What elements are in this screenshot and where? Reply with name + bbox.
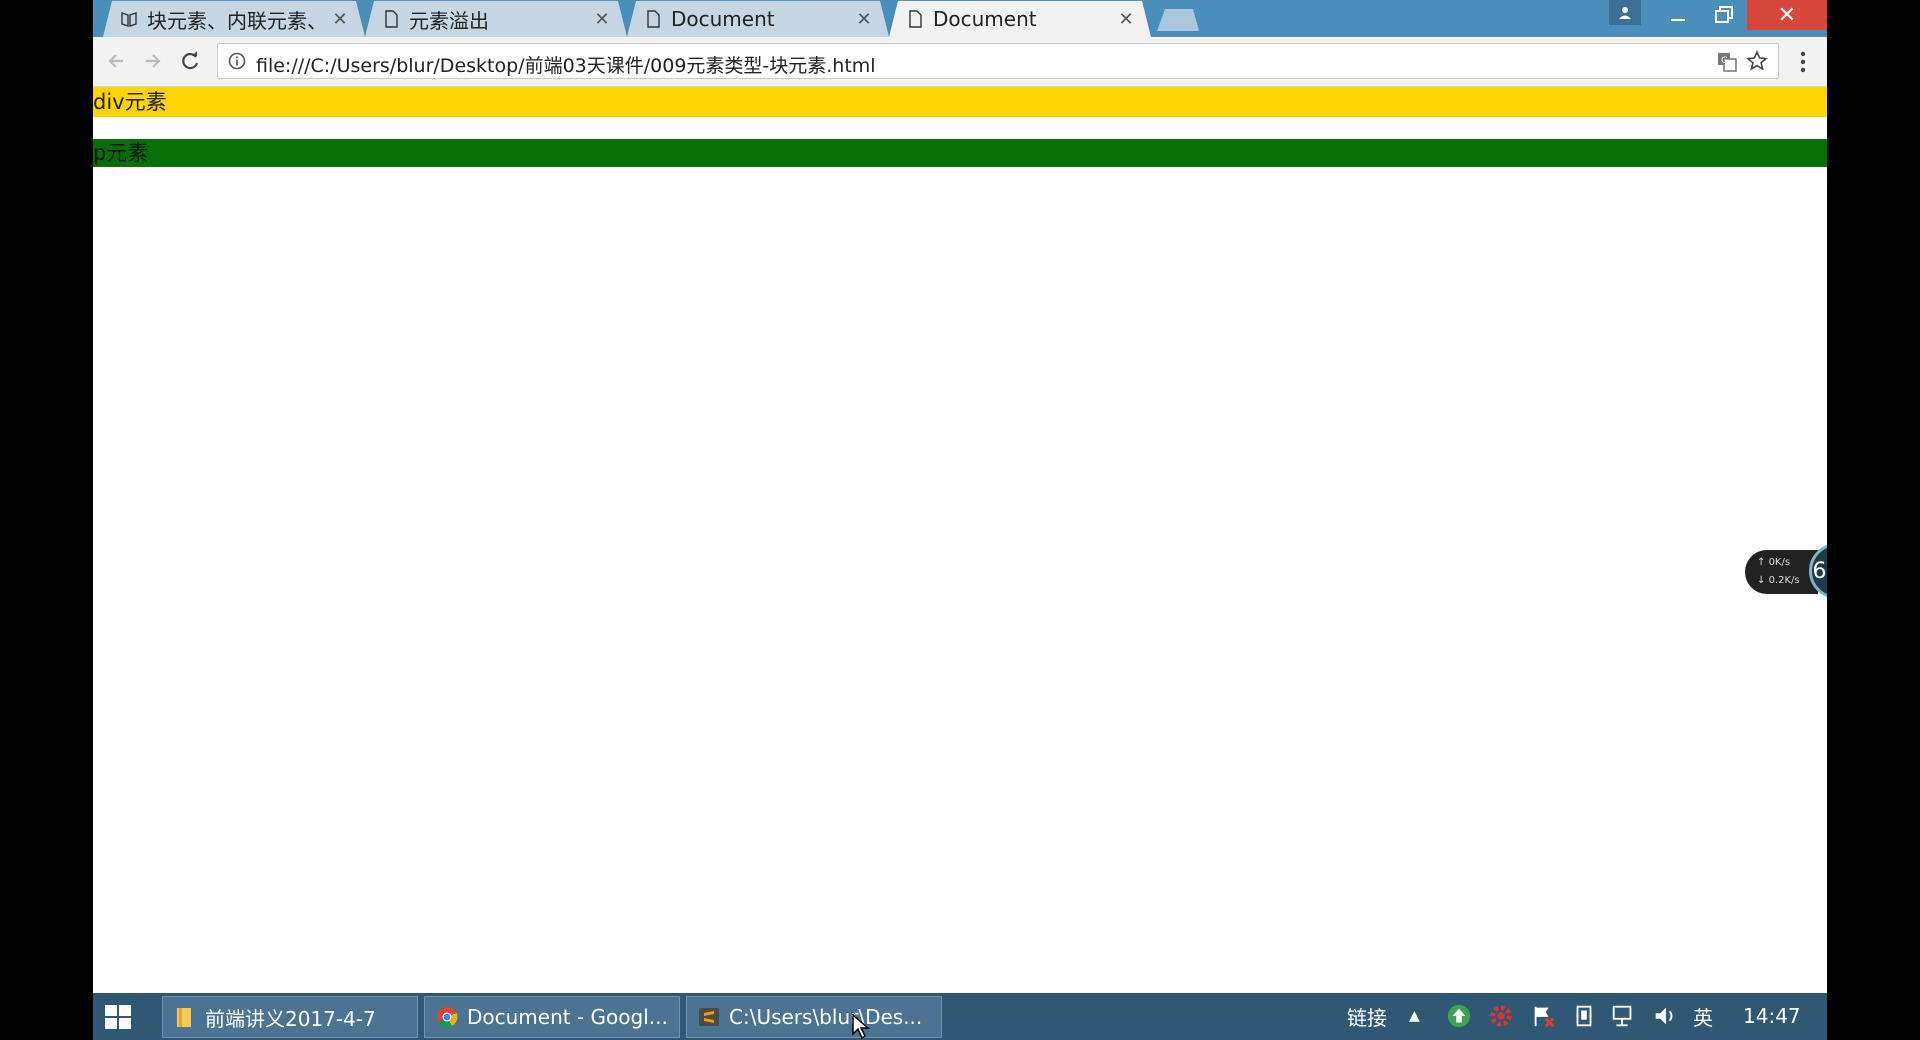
svg-text:G: G <box>1721 56 1728 66</box>
bookmark-star-icon[interactable] <box>1746 50 1768 72</box>
reload-icon <box>182 51 199 70</box>
taskbar: 前端讲义2017-4-7 Document - Googl... C:\User… <box>93 993 1827 1040</box>
links-toolbar-label[interactable]: 链接 <box>1347 1003 1387 1030</box>
info-icon[interactable] <box>228 52 246 70</box>
tab-3[interactable]: Document ✕ <box>627 1 889 37</box>
translate-icon[interactable]: G <box>1716 51 1738 73</box>
tab-4-active[interactable]: Document ✕ <box>889 1 1151 37</box>
windows-start-icon[interactable] <box>103 1003 133 1031</box>
gear-alert-icon[interactable] <box>1487 1003 1515 1029</box>
tab-1-close-icon[interactable]: ✕ <box>327 9 353 30</box>
more-menu-icon[interactable] <box>1793 49 1813 75</box>
url-text[interactable]: file:///C:/Users/blur/Desktop/前端03天课件/00… <box>256 51 876 78</box>
taskbar-item-chrome[interactable]: Document - Googl... <box>424 996 680 1038</box>
tab-2[interactable]: 元素溢出 ✕ <box>365 1 627 37</box>
browser-titlebar: 块元素、内联元素、 ✕ 元素溢出 ✕ Document ✕ Document ✕ <box>93 0 1827 37</box>
sublime-icon <box>699 1008 719 1026</box>
flag-error-icon[interactable] <box>1529 1003 1557 1029</box>
upload-speed: ↑ 0K/s <box>1757 557 1791 568</box>
page-icon <box>907 10 923 28</box>
mouse-cursor-icon <box>852 1014 871 1040</box>
taskbar-item-label: C:\Users\blur\Des... <box>729 1005 923 1029</box>
new-tab-button[interactable] <box>1157 9 1199 31</box>
network-icon[interactable] <box>1609 1003 1637 1029</box>
network-speed-widget[interactable]: ↑ 0K/s ↓ 0.2K/s <box>1745 550 1818 594</box>
tab-4-close-icon[interactable]: ✕ <box>1113 9 1139 30</box>
download-speed: ↓ 0.2K/s <box>1757 575 1800 586</box>
div-block: div元素 <box>93 87 1827 117</box>
taskbar-item-sublime[interactable]: C:\Users\blur\Des... <box>686 996 942 1038</box>
chrome-icon <box>437 1007 458 1028</box>
taskbar-item-label: Document - Googl... <box>467 1005 668 1029</box>
restore-button[interactable] <box>1701 0 1747 30</box>
system-tray: 链接 ▲ 英 14:47 <box>1133 993 1827 1040</box>
system-clock[interactable]: 14:47 <box>1743 1003 1801 1029</box>
arrow-right-icon <box>146 54 161 68</box>
user-icon <box>1619 6 1631 19</box>
p-block: p元素 <box>93 139 1827 167</box>
screen: 块元素、内联元素、 ✕ 元素溢出 ✕ Document ✕ Document ✕ <box>93 0 1827 1040</box>
tab-2-close-icon[interactable]: ✕ <box>589 9 615 30</box>
tab-3-label: Document <box>671 7 775 31</box>
window-close-button[interactable]: ✕ <box>1747 0 1827 30</box>
back-button[interactable] <box>101 46 131 76</box>
chevron-up-icon[interactable]: ▲ <box>1409 1003 1420 1029</box>
usb-device-icon[interactable] <box>1571 1003 1597 1029</box>
forward-button[interactable] <box>138 46 168 76</box>
page-icon <box>645 10 661 28</box>
profile-button[interactable] <box>1609 0 1641 25</box>
minimize-icon <box>1671 19 1685 21</box>
page-icon <box>383 10 399 28</box>
tab-2-label: 元素溢出 <box>409 8 489 33</box>
address-bar[interactable]: file:///C:/Users/blur/Desktop/前端03天课件/00… <box>217 43 1779 79</box>
tab-1-label: 块元素、内联元素、 <box>147 8 327 33</box>
tab-1[interactable]: 块元素、内联元素、 ✕ <box>103 1 365 37</box>
minimize-button[interactable] <box>1655 0 1701 30</box>
reload-button[interactable] <box>175 46 205 76</box>
taskbar-item-folder[interactable]: 前端讲义2017-4-7 <box>162 996 418 1038</box>
browser-toolbar: file:///C:/Users/blur/Desktop/前端03天课件/00… <box>93 37 1827 87</box>
ime-indicator[interactable]: 英 <box>1693 1003 1713 1030</box>
tab-3-close-icon[interactable]: ✕ <box>851 9 877 30</box>
tab-4-label: Document <box>933 7 1037 31</box>
volume-icon[interactable] <box>1651 1003 1679 1029</box>
update-arrow-icon[interactable] <box>1445 1003 1473 1029</box>
folder-icon <box>177 1008 191 1027</box>
restore-icon <box>1715 6 1733 23</box>
book-icon <box>121 10 137 28</box>
window-close-icon: ✕ <box>1777 2 1797 28</box>
page-content: div元素 p元素 <box>93 87 1827 993</box>
taskbar-item-label: 前端讲义2017-4-7 <box>205 1006 376 1031</box>
arrow-left-icon <box>108 54 123 68</box>
